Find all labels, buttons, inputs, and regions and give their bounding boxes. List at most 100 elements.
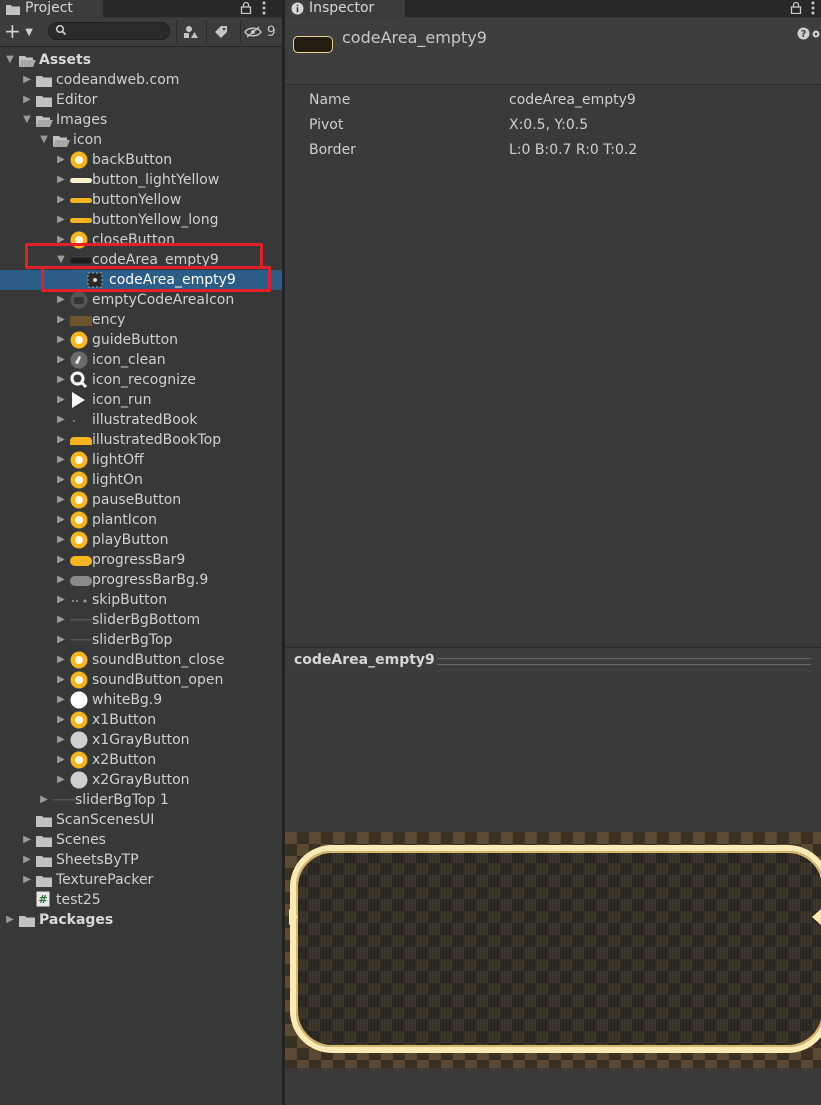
help-icon[interactable]: ? — [797, 27, 810, 44]
tree-item-label: x1GrayButton — [92, 732, 190, 748]
filter-by-label-button[interactable] — [206, 21, 235, 43]
collapse-right-arrow-icon[interactable]: ▶ — [55, 690, 67, 710]
collapse-right-arrow-icon[interactable]: ▶ — [55, 490, 67, 510]
tree-item[interactable]: ▼ Images — [0, 110, 282, 130]
collapse-right-arrow-icon[interactable]: ▶ — [55, 570, 67, 590]
search-input[interactable] — [48, 22, 170, 40]
tree-item[interactable]: ▶ button_lightYellow — [0, 170, 282, 190]
inspector-tab[interactable]: Inspector — [285, 0, 405, 17]
tree-item[interactable]: ▶ lightOff — [0, 450, 282, 470]
tree-item[interactable]: ▶ Scenes — [0, 830, 282, 850]
lock-icon[interactable] — [240, 1, 252, 17]
collapse-right-arrow-icon[interactable]: ▶ — [55, 450, 67, 470]
magnifier-sprite-icon — [70, 371, 88, 389]
filter-by-type-button[interactable] — [176, 21, 205, 43]
tree-item[interactable]: ▶ x1Button — [0, 710, 282, 730]
folder-icon — [36, 813, 52, 827]
tree-item[interactable]: ▶ soundButton_close — [0, 650, 282, 670]
collapse-right-arrow-icon[interactable]: ▶ — [55, 330, 67, 350]
collapse-right-arrow-icon[interactable]: ▶ — [55, 170, 67, 190]
preview-header[interactable]: codeArea_empty9 — [285, 647, 821, 675]
collapse-right-arrow-icon[interactable]: ▶ — [4, 910, 16, 930]
tree-item[interactable]: ▶ playButton — [0, 530, 282, 550]
collapse-right-arrow-icon[interactable]: ▶ — [55, 150, 67, 170]
tree-item[interactable]: ▶ codeandweb.com — [0, 70, 282, 90]
tree-item[interactable]: ▶ x2Button — [0, 750, 282, 770]
tree-item[interactable]: ▶ sliderBgBottom — [0, 610, 282, 630]
tree-item[interactable]: ▶ icon_recognize — [0, 370, 282, 390]
preview-drag-handle[interactable] — [437, 658, 811, 665]
tree-item[interactable]: ▶ skipButton — [0, 590, 282, 610]
tree-item[interactable]: ▶ progressBarBg.9 — [0, 570, 282, 590]
tree-item[interactable]: ▶ Packages — [0, 910, 282, 930]
collapse-right-arrow-icon[interactable]: ▶ — [55, 710, 67, 730]
collapse-right-arrow-icon[interactable]: ▶ — [55, 630, 67, 650]
collapse-right-arrow-icon[interactable]: ▶ — [55, 470, 67, 490]
inspector-lock-icon[interactable] — [790, 1, 802, 17]
project-tab[interactable]: Project — [0, 0, 103, 17]
tree-item[interactable]: ▶ sliderBgTop — [0, 630, 282, 650]
collapse-right-arrow-icon[interactable]: ▶ — [38, 790, 50, 810]
tree-item[interactable]: ▶ emptyCodeAreaIcon — [0, 290, 282, 310]
kebab-menu-icon[interactable] — [262, 1, 266, 18]
tree-item[interactable]: ▶ lightOn — [0, 470, 282, 490]
tree-item[interactable]: ▶ buttonYellow — [0, 190, 282, 210]
expand-down-arrow-icon[interactable]: ▼ — [38, 130, 50, 150]
tree-item[interactable]: ▶ Editor — [0, 90, 282, 110]
tree-item[interactable]: ▶ backButton — [0, 150, 282, 170]
collapse-right-arrow-icon[interactable]: ▶ — [21, 870, 33, 890]
tree-item[interactable]: ▶ illustratedBookTop — [0, 430, 282, 450]
tree-item[interactable]: ▶ whiteBg.9 — [0, 690, 282, 710]
tree-item[interactable]: ▶ soundButton_open — [0, 670, 282, 690]
collapse-right-arrow-icon[interactable]: ▶ — [55, 370, 67, 390]
tree-item[interactable]: ▶ progressBar9 — [0, 550, 282, 570]
collapse-right-arrow-icon[interactable]: ▶ — [55, 650, 67, 670]
tree-item[interactable]: ScanScenesUI — [0, 810, 282, 830]
create-button[interactable]: + ▼ — [4, 21, 33, 42]
tree-item[interactable]: # test25 — [0, 890, 282, 910]
collapse-right-arrow-icon[interactable]: ▶ — [55, 410, 67, 430]
hidden-packages-button[interactable]: 9 — [240, 21, 279, 43]
collapse-right-arrow-icon[interactable]: ▶ — [55, 730, 67, 750]
settings-icon[interactable] — [811, 28, 821, 44]
expand-down-arrow-icon[interactable]: ▼ — [21, 110, 33, 130]
collapse-right-arrow-icon[interactable]: ▶ — [21, 70, 33, 90]
collapse-right-arrow-icon[interactable]: ▶ — [55, 550, 67, 570]
tree-item[interactable]: ▼ Assets — [0, 50, 282, 70]
collapse-right-arrow-icon[interactable]: ▶ — [55, 290, 67, 310]
tree-item[interactable]: ▶ x2GrayButton — [0, 770, 282, 790]
tree-item[interactable]: ▶ x1GrayButton — [0, 730, 282, 750]
collapse-right-arrow-icon[interactable]: ▶ — [55, 610, 67, 630]
tree-item[interactable]: ▶ icon_run — [0, 390, 282, 410]
folder-open-icon — [36, 113, 53, 127]
tree-item[interactable]: ▶ pauseButton — [0, 490, 282, 510]
expand-down-arrow-icon[interactable]: ▼ — [4, 50, 16, 70]
collapse-right-arrow-icon[interactable]: ▶ — [55, 770, 67, 790]
tree-item[interactable]: ▶ guideButton — [0, 330, 282, 350]
collapse-right-arrow-icon[interactable]: ▶ — [55, 210, 67, 230]
collapse-right-arrow-icon[interactable]: ▶ — [21, 850, 33, 870]
collapse-right-arrow-icon[interactable]: ▶ — [21, 90, 33, 110]
tree-item[interactable]: ▼ icon — [0, 130, 282, 150]
tree-item[interactable]: ▶ SheetsByTP — [0, 850, 282, 870]
collapse-right-arrow-icon[interactable]: ▶ — [55, 530, 67, 550]
collapse-right-arrow-icon[interactable]: ▶ — [55, 510, 67, 530]
tree-item[interactable]: ▶ icon_clean — [0, 350, 282, 370]
collapse-right-arrow-icon[interactable]: ▶ — [55, 310, 67, 330]
tree-item[interactable]: ▶ sliderBgTop 1 — [0, 790, 282, 810]
collapse-right-arrow-icon[interactable]: ▶ — [55, 350, 67, 370]
collapse-right-arrow-icon[interactable]: ▶ — [55, 750, 67, 770]
collapse-right-arrow-icon[interactable]: ▶ — [55, 190, 67, 210]
inspector-kebab-menu-icon[interactable] — [811, 1, 815, 18]
tree-item[interactable]: ▶ plantIcon — [0, 510, 282, 530]
tree-item[interactable]: ▶ ency — [0, 310, 282, 330]
collapse-right-arrow-icon[interactable]: ▶ — [55, 590, 67, 610]
tree-item[interactable]: ▶ TexturePacker — [0, 870, 282, 890]
collapse-right-arrow-icon[interactable]: ▶ — [55, 430, 67, 450]
preview-title: codeArea_empty9 — [294, 652, 435, 668]
tree-item[interactable]: ▶ illustratedBook — [0, 410, 282, 430]
tree-item[interactable]: ▶ buttonYellow_long — [0, 210, 282, 230]
collapse-right-arrow-icon[interactable]: ▶ — [55, 670, 67, 690]
collapse-right-arrow-icon[interactable]: ▶ — [55, 390, 67, 410]
collapse-right-arrow-icon[interactable]: ▶ — [21, 830, 33, 850]
